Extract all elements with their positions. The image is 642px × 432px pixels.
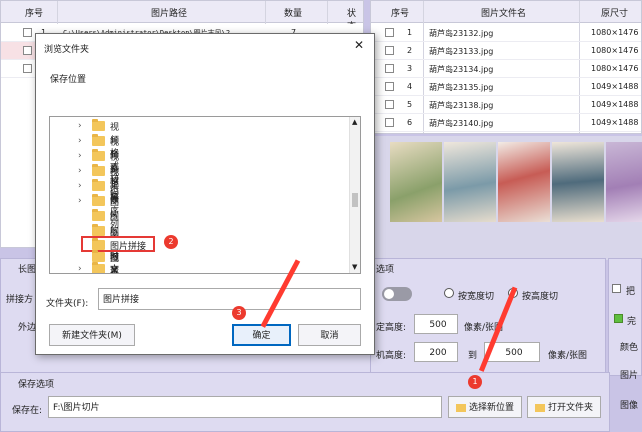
close-icon[interactable]: ✕ <box>354 38 364 52</box>
complete-checkbox[interactable] <box>614 314 623 323</box>
table-row[interactable]: 6 葫芦岛23140.jpg 1049×1488 <box>371 114 641 132</box>
folder-icon <box>92 238 105 250</box>
folder-tree[interactable]: ›视频格式转码 ›视频素材 ›视频下载 ›视频转序列图片 ›头像 ›图片 图片临… <box>49 116 361 274</box>
tree-scrollbar[interactable]: ▲ ▼ <box>349 117 360 273</box>
scroll-up-icon[interactable]: ▲ <box>352 118 357 126</box>
new-folder-button[interactable]: 新建文件夹(M) <box>49 324 135 346</box>
options-title: 选项 <box>376 265 395 275</box>
image-table: 序号 图片文件名 原尺寸 1 葫芦岛23132.jpg 1080×1476 2 … <box>370 0 642 134</box>
chevron-right-icon: › <box>78 136 82 146</box>
splice-label: 拼接方 <box>6 295 34 305</box>
row-checkbox[interactable] <box>385 82 394 91</box>
image-table-header: 序号 图片文件名 原尺寸 <box>371 1 641 23</box>
step-badge-3: 3 <box>232 306 246 320</box>
scroll-thumb[interactable] <box>352 193 358 207</box>
row-checkbox[interactable] <box>23 64 32 73</box>
open-folder-button[interactable]: 打开文件夹 <box>527 396 601 418</box>
preview-thumbnail <box>606 142 642 222</box>
row-checkbox[interactable] <box>23 46 32 55</box>
radio-by-width[interactable] <box>444 288 454 298</box>
random-height-label: 机高度: <box>376 351 407 361</box>
folder-icon <box>534 403 545 412</box>
folder-icon <box>92 149 105 161</box>
ok-button[interactable]: 确定 <box>232 324 291 346</box>
choose-location-button[interactable]: 选择新位置 <box>448 396 522 418</box>
chevron-right-icon: › <box>78 264 82 274</box>
preview-thumbnail <box>552 142 604 222</box>
folder-icon <box>92 209 105 221</box>
fixed-height-input[interactable]: 500 <box>414 314 458 334</box>
table-row[interactable]: 1 葫芦岛23132.jpg 1080×1476 <box>371 24 641 42</box>
col-count: 数量 <box>284 9 303 19</box>
row-checkbox[interactable] <box>23 28 32 37</box>
cancel-button[interactable]: 取消 <box>298 324 361 346</box>
long-image-title: 长图 <box>18 265 37 275</box>
row-checkbox[interactable] <box>385 64 394 73</box>
preview-thumbnail <box>498 142 550 222</box>
chevron-right-icon: › <box>78 196 82 206</box>
step-badge-1: 1 <box>468 375 482 389</box>
row-checkbox[interactable] <box>385 118 394 127</box>
row-checkbox[interactable] <box>385 28 394 37</box>
preview-thumbnail <box>444 142 496 222</box>
row-checkbox[interactable] <box>385 100 394 109</box>
folder-icon <box>92 224 105 236</box>
table-row[interactable]: 2 葫芦岛23133.jpg 1080×1476 <box>371 42 641 60</box>
random-from-input[interactable]: 200 <box>414 342 458 362</box>
col-num: 序号 <box>25 9 44 19</box>
table-row[interactable]: 5 葫芦岛23138.jpg 1049×1488 <box>371 96 641 114</box>
col-path: 图片路径 <box>151 9 188 19</box>
folder-icon <box>92 179 105 191</box>
chevron-right-icon: › <box>78 181 82 191</box>
table-row[interactable]: 4 葫芦岛23135.jpg 1049×1488 <box>371 78 641 96</box>
dialog-subtitle: 保存位置 <box>50 75 87 85</box>
save-label: 保存在: <box>12 406 43 416</box>
folder-icon <box>92 134 105 146</box>
slice-toggle[interactable] <box>382 287 412 301</box>
dialog-title: 浏览文件夹 <box>44 45 90 55</box>
folder-icon <box>455 403 466 412</box>
chevron-right-icon: › <box>78 166 82 176</box>
path-table-header: 序号 图片路径 数量 状态 <box>1 1 363 32</box>
option-checkbox[interactable] <box>612 284 621 293</box>
chevron-right-icon: › <box>78 121 82 131</box>
table-row[interactable]: 3 葫芦岛23134.jpg 1080×1476 <box>371 60 641 78</box>
folder-name-input[interactable]: 图片拼接 <box>98 288 361 310</box>
margin-label: 外边 <box>18 323 37 333</box>
scroll-down-icon[interactable]: ▼ <box>352 263 357 271</box>
fixed-height-label: 定高度: <box>376 323 407 333</box>
step-badge-2: 2 <box>164 235 178 249</box>
preview-thumbnail <box>390 142 442 222</box>
folder-icon <box>92 250 105 262</box>
folder-icon <box>92 262 105 273</box>
save-path-input[interactable]: F:\图片切片 <box>48 396 442 418</box>
folder-icon <box>92 194 105 206</box>
folder-icon <box>92 164 105 176</box>
folder-field-label: 文件夹(F): <box>46 299 89 309</box>
chevron-right-icon: › <box>78 151 82 161</box>
row-checkbox[interactable] <box>385 46 394 55</box>
folder-icon <box>92 119 105 131</box>
save-options-title: 保存选项 <box>18 380 55 390</box>
